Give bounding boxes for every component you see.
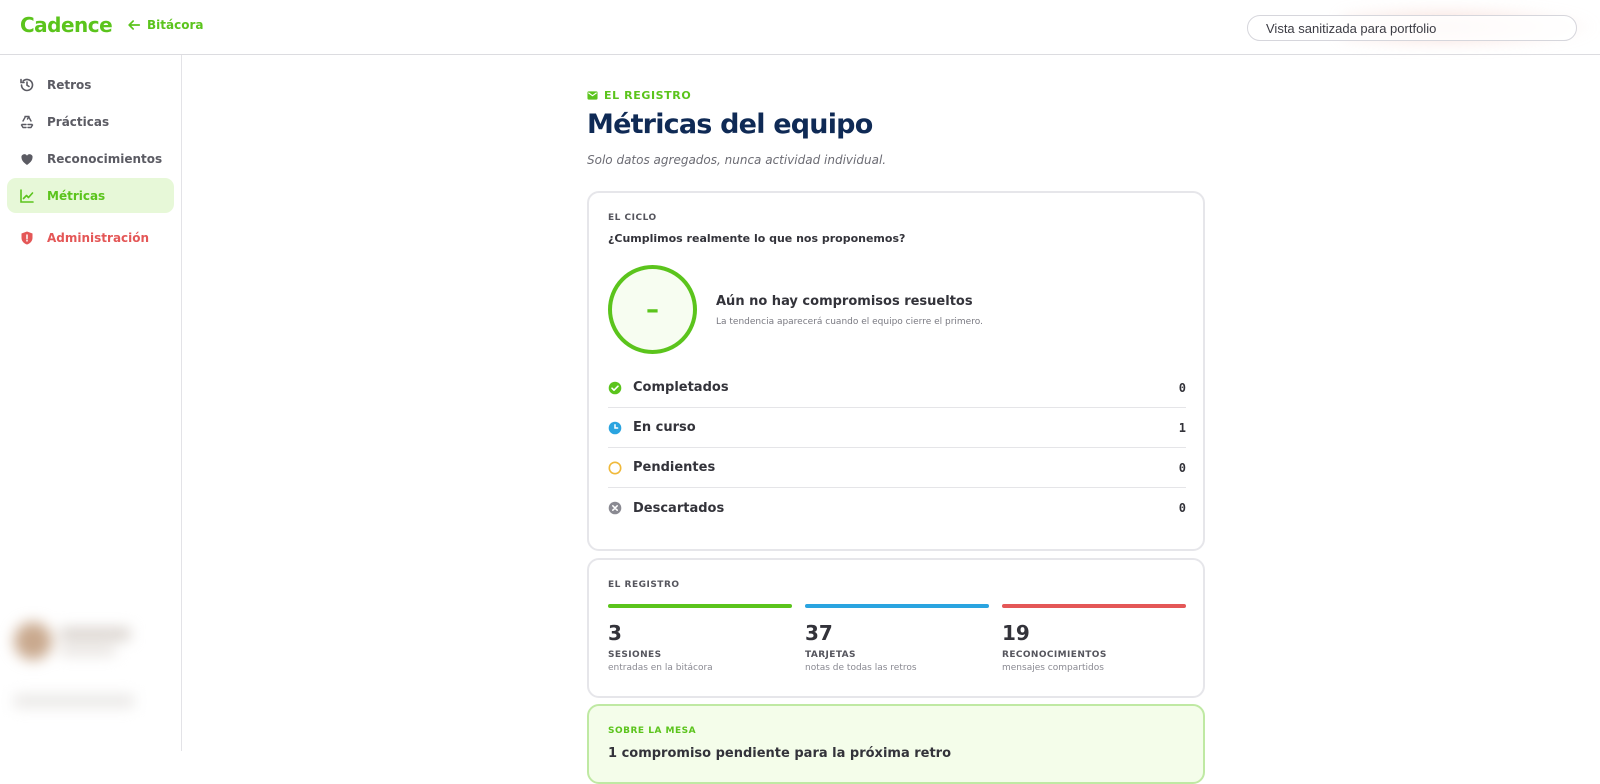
status-label: Descartados (633, 500, 725, 516)
stat-label: SESIONES (608, 650, 662, 660)
stat-bar (1002, 604, 1186, 608)
sidebar-item-label: Reconocimientos (47, 151, 163, 166)
stat-sesiones: 3 SESIONES entradas en la bitácora (608, 604, 792, 673)
sidebar-item-metricas[interactable]: Métricas (7, 178, 174, 213)
stat-bar (805, 604, 989, 608)
card-label: EL REGISTRO (608, 580, 680, 590)
stat-description: entradas en la bitácora (608, 663, 713, 673)
status-label: Completados (633, 380, 729, 395)
status-count: 0 (1178, 380, 1186, 395)
clock-icon (608, 421, 622, 434)
shield-icon (21, 231, 33, 244)
stat-label: RECONOCIMIENTOS (1002, 650, 1107, 660)
page-eyebrow: EL REGISTRO (587, 89, 691, 102)
sidebar-item-administracion[interactable]: Administración (7, 220, 174, 255)
stat-value: 19 (1002, 621, 1030, 645)
mail-icon (587, 91, 598, 100)
sidebar-item-label: Administración (47, 230, 150, 245)
history-icon (20, 78, 34, 91)
back-link-label: Bitácora (147, 18, 204, 32)
card-question: ¿Cumplimos realmente lo que nos proponem… (608, 232, 906, 245)
completion-ring-value: – (646, 294, 659, 325)
check-circle-icon (608, 381, 622, 394)
x-circle-icon (608, 501, 622, 515)
stat-tarjetas: 37 TARJETAS notas de todas las retros (805, 604, 989, 673)
status-count: 0 (1178, 460, 1186, 475)
status-row-en-curso: En curso 1 (608, 408, 1186, 448)
stat-description: notas de todas las retros (805, 663, 917, 673)
status-row-completados: Completados 0 (608, 368, 1186, 408)
sidebar-item-label: Retros (47, 77, 92, 92)
chart-line-icon (20, 188, 34, 203)
empty-state-subtitle: La tendencia aparecerá cuando el equipo … (716, 317, 983, 327)
sidebar-item-practicas[interactable]: Prácticas (7, 104, 174, 139)
status-row-pendientes: Pendientes 0 (608, 448, 1186, 488)
back-to-log-link[interactable]: Bitácora (127, 18, 203, 32)
stat-description: mensajes compartidos (1002, 663, 1104, 673)
sidebar: Retros Prácticas Reconocimientos Métrica… (0, 55, 182, 751)
status-row-descartados: Descartados 0 (608, 488, 1186, 528)
portfolio-notice-pill: Vista sanitizada para portfolio (1247, 15, 1577, 41)
eyebrow-text: EL REGISTRO (604, 89, 692, 102)
arrow-left-icon (128, 20, 141, 30)
stat-label: TARJETAS (805, 650, 856, 660)
sidebar-item-label: Métricas (47, 188, 106, 203)
cycle-card: EL CICLO ¿Cumplimos realmente lo que nos… (587, 191, 1205, 551)
stat-value: 37 (805, 621, 833, 645)
card-label: EL CICLO (608, 213, 657, 223)
empty-state-title: Aún no hay compromisos resueltos (716, 294, 973, 309)
heart-icon (21, 153, 33, 165)
top-bar: Cadence Bitácora Vista sanitizada para p… (0, 0, 1600, 55)
page-title: Métricas del equipo (587, 109, 873, 140)
pending-commitment-text: 1 compromiso pendiente para la próxima r… (608, 746, 952, 761)
stat-bar (608, 604, 792, 608)
app-logo[interactable]: Cadence (20, 13, 113, 37)
empty-circle-icon (608, 461, 622, 474)
recycle-icon (20, 115, 34, 128)
page-subtitle: Solo datos agregados, nunca actividad in… (587, 153, 887, 167)
sidebar-item-label: Prácticas (47, 114, 110, 129)
register-card: EL REGISTRO 3 SESIONES entradas en la bi… (587, 558, 1205, 698)
stat-value: 3 (608, 621, 622, 645)
card-label: SOBRE LA MESA (608, 726, 697, 736)
status-count: 0 (1178, 501, 1186, 515)
status-count: 1 (1178, 420, 1186, 435)
status-label: En curso (633, 420, 696, 435)
on-the-table-card: SOBRE LA MESA 1 compromiso pendiente par… (587, 704, 1205, 784)
sidebar-item-retros[interactable]: Retros (7, 67, 174, 102)
blurred-user-profile (8, 610, 143, 730)
stat-reconocimientos: 19 RECONOCIMIENTOS mensajes compartidos (1002, 604, 1186, 673)
status-label: Pendientes (633, 460, 716, 475)
sidebar-item-reconocimientos[interactable]: Reconocimientos (7, 141, 174, 176)
completion-ring: – (608, 265, 697, 354)
